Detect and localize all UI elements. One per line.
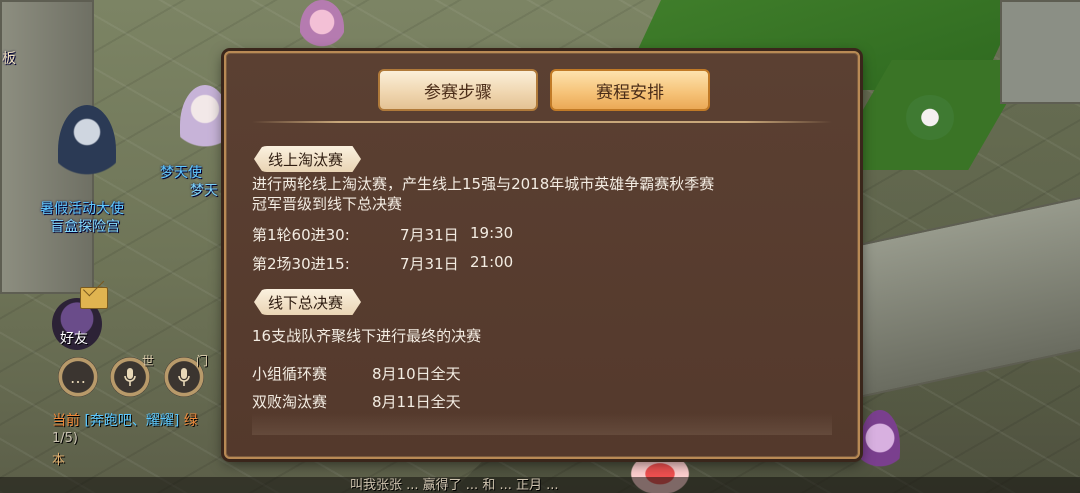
offline-row-1-stage: 小组循环赛	[252, 365, 328, 383]
online-description: 进行两轮线上淘汰赛，产生线上15强与2018年城市英雄争霸赛秋季赛冠军晋级到线下…	[252, 175, 715, 213]
sect-channel-tag: 门	[196, 354, 209, 368]
online-row-1-date: 7月31日	[400, 226, 459, 244]
tab-entry-steps[interactable]: 参赛步骤	[378, 69, 538, 111]
offline-row-2-stage: 双败淘汰赛	[252, 393, 328, 411]
npc-sub-angel: 梦天	[190, 183, 218, 199]
online-row-1-time: 19:30	[470, 224, 514, 242]
schedule-dialog: 参赛步骤 赛程安排 线上淘汰赛 进行两轮线上淘汰赛，产生线上15强与2018年城…	[224, 51, 860, 459]
chat-line-3: 本	[52, 453, 66, 468]
statue-top-right	[1000, 0, 1080, 104]
chat-channel: 当前	[52, 413, 80, 429]
online-row-2-date: 7月31日	[400, 255, 459, 273]
chat-line-2: 1/5)	[52, 431, 78, 446]
scroll-fade	[252, 413, 832, 435]
tab-divider	[252, 121, 832, 123]
online-row-2-time: 21:00	[470, 253, 514, 271]
npc-label-angel: 梦天使	[160, 165, 202, 181]
mail-icon[interactable]	[80, 287, 108, 309]
online-row-2-round: 第2场30进15:	[252, 255, 350, 273]
friends-label: 好友	[60, 331, 88, 347]
section-title-online: 线上淘汰赛	[254, 146, 362, 172]
npc-dream-angel[interactable]	[180, 85, 230, 165]
flower-bush	[905, 95, 955, 140]
offline-row-1-date: 8月10日全天	[372, 365, 461, 383]
npc-activity-ambassador[interactable]	[58, 105, 116, 195]
chat-bubble-icon[interactable]: …	[58, 357, 98, 397]
bottom-marquee-text: 叫我张张 ... 赢得了 ... 和 ... 正月 ...	[350, 478, 559, 493]
offline-description: 16支战队齐聚线下进行最终的决赛	[252, 327, 482, 345]
offline-row-2-date: 8月11日全天	[372, 393, 461, 411]
chat-line-1: 当前 [奔跑吧、耀耀] 绿	[52, 410, 198, 430]
online-row-1-round: 第1轮60进30:	[252, 226, 350, 244]
world-channel-tag: 世	[142, 354, 155, 368]
npc-purple[interactable]	[860, 410, 900, 480]
chat-speaker: [奔跑吧、耀耀]	[84, 413, 180, 429]
tab-schedule[interactable]: 赛程安排	[550, 69, 710, 111]
npc-sub-ambassador: 盲盒探险宫	[50, 219, 120, 235]
npc-label-ambassador: 暑假活动大使	[40, 201, 124, 217]
dialog-content: 参赛步骤 赛程安排 线上淘汰赛 进行两轮线上淘汰赛，产生线上15强与2018年城…	[248, 59, 836, 457]
microphone-icon	[124, 368, 136, 386]
top-left-text: 板	[2, 51, 16, 67]
chat-tail: 绿	[183, 413, 198, 429]
section-title-offline: 线下总决赛	[254, 289, 362, 315]
npc-rabbit[interactable]	[300, 0, 344, 55]
microphone-icon	[178, 368, 190, 386]
